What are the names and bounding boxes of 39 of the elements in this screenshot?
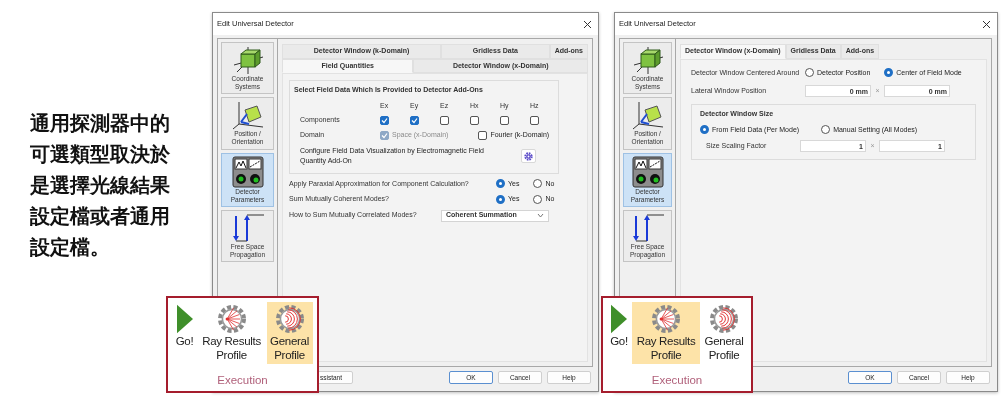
- detector-icon: [230, 155, 265, 188]
- radio-button[interactable]: [821, 125, 831, 135]
- radio-button[interactable]: [533, 179, 543, 189]
- checkbox[interactable]: [478, 130, 488, 140]
- settings-button[interactable]: [521, 149, 536, 163]
- radio-button[interactable]: [884, 68, 894, 78]
- settings-icon: [524, 151, 533, 161]
- ribbon-group-label: Execution: [651, 372, 703, 388]
- checkbox[interactable]: [410, 116, 419, 125]
- rotated-plane-icon: [630, 100, 665, 131]
- rotated-plane-icon: [230, 100, 265, 131]
- caret-icon: [537, 213, 544, 218]
- ribbon-button[interactable]: General Profile: [701, 302, 747, 364]
- checkbox[interactable]: [440, 116, 449, 125]
- checkbox[interactable]: [380, 116, 389, 125]
- gear-waves-icon: [708, 303, 740, 335]
- ribbon-group-label: Execution: [217, 372, 268, 388]
- ribbon-button[interactable]: Go!: [607, 302, 631, 364]
- checkbox[interactable]: [530, 116, 539, 125]
- play-icon: [174, 303, 195, 335]
- close-icon[interactable]: [982, 19, 991, 29]
- radio-button[interactable]: [700, 125, 709, 135]
- caption-text: 通用探測器中的可選類型取決於是選擇光線結果設定檔或者通用設定檔。: [30, 110, 170, 261]
- close-icon[interactable]: [583, 19, 592, 29]
- checkbox[interactable]: [470, 116, 479, 125]
- detector-icon: [630, 155, 665, 188]
- radio-button[interactable]: [496, 179, 505, 189]
- play-icon: [609, 303, 629, 335]
- radio-button[interactable]: [805, 68, 814, 78]
- radio-button[interactable]: [533, 194, 543, 204]
- ribbon-button[interactable]: Go!: [172, 302, 197, 364]
- gear-rays-icon: [650, 303, 682, 335]
- gear-rays-icon: [215, 303, 248, 335]
- checkbox[interactable]: [500, 116, 509, 125]
- ribbon-button[interactable]: Ray Results Profile: [197, 302, 266, 364]
- ribbon-button[interactable]: General Profile: [266, 302, 313, 364]
- radio-button[interactable]: [496, 194, 505, 204]
- ribbon-button[interactable]: Ray Results Profile: [632, 302, 700, 364]
- gear-waves-icon: [273, 303, 306, 335]
